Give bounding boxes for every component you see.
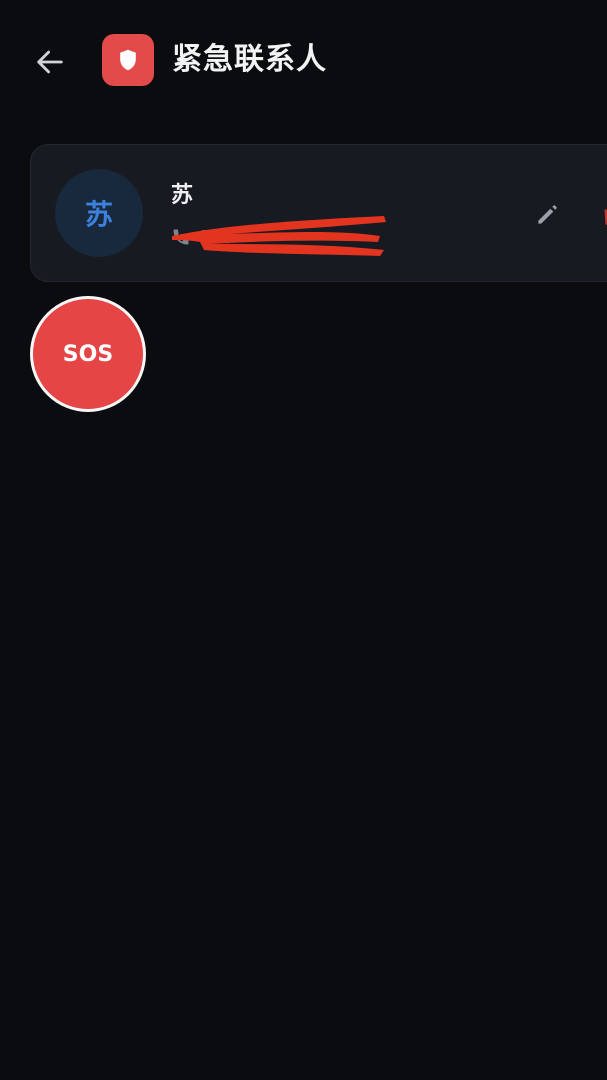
sos-button[interactable]: SOS [30,296,146,412]
app-header: 紧急联系人 [0,0,607,124]
delete-contact-button[interactable] [595,199,607,231]
contact-name: 苏 [171,183,194,208]
edit-contact-button[interactable] [531,199,563,231]
contact-phone: 138 [199,226,234,248]
shield-icon [120,49,136,71]
page-title: 紧急联系人 [172,42,327,77]
contact-card[interactable]: 苏 苏 138 [30,144,607,282]
app-badge [102,34,154,86]
phone-icon [173,229,189,245]
back-button[interactable] [26,38,74,86]
avatar: 苏 [55,169,143,257]
phone-row: 138 [171,223,233,251]
pencil-icon [538,205,557,224]
arrow-left-icon [37,50,63,74]
trash-icon [604,207,607,225]
emergency-contacts-screen: 紧急联系人 苏 苏 138 SOS [0,0,607,1080]
